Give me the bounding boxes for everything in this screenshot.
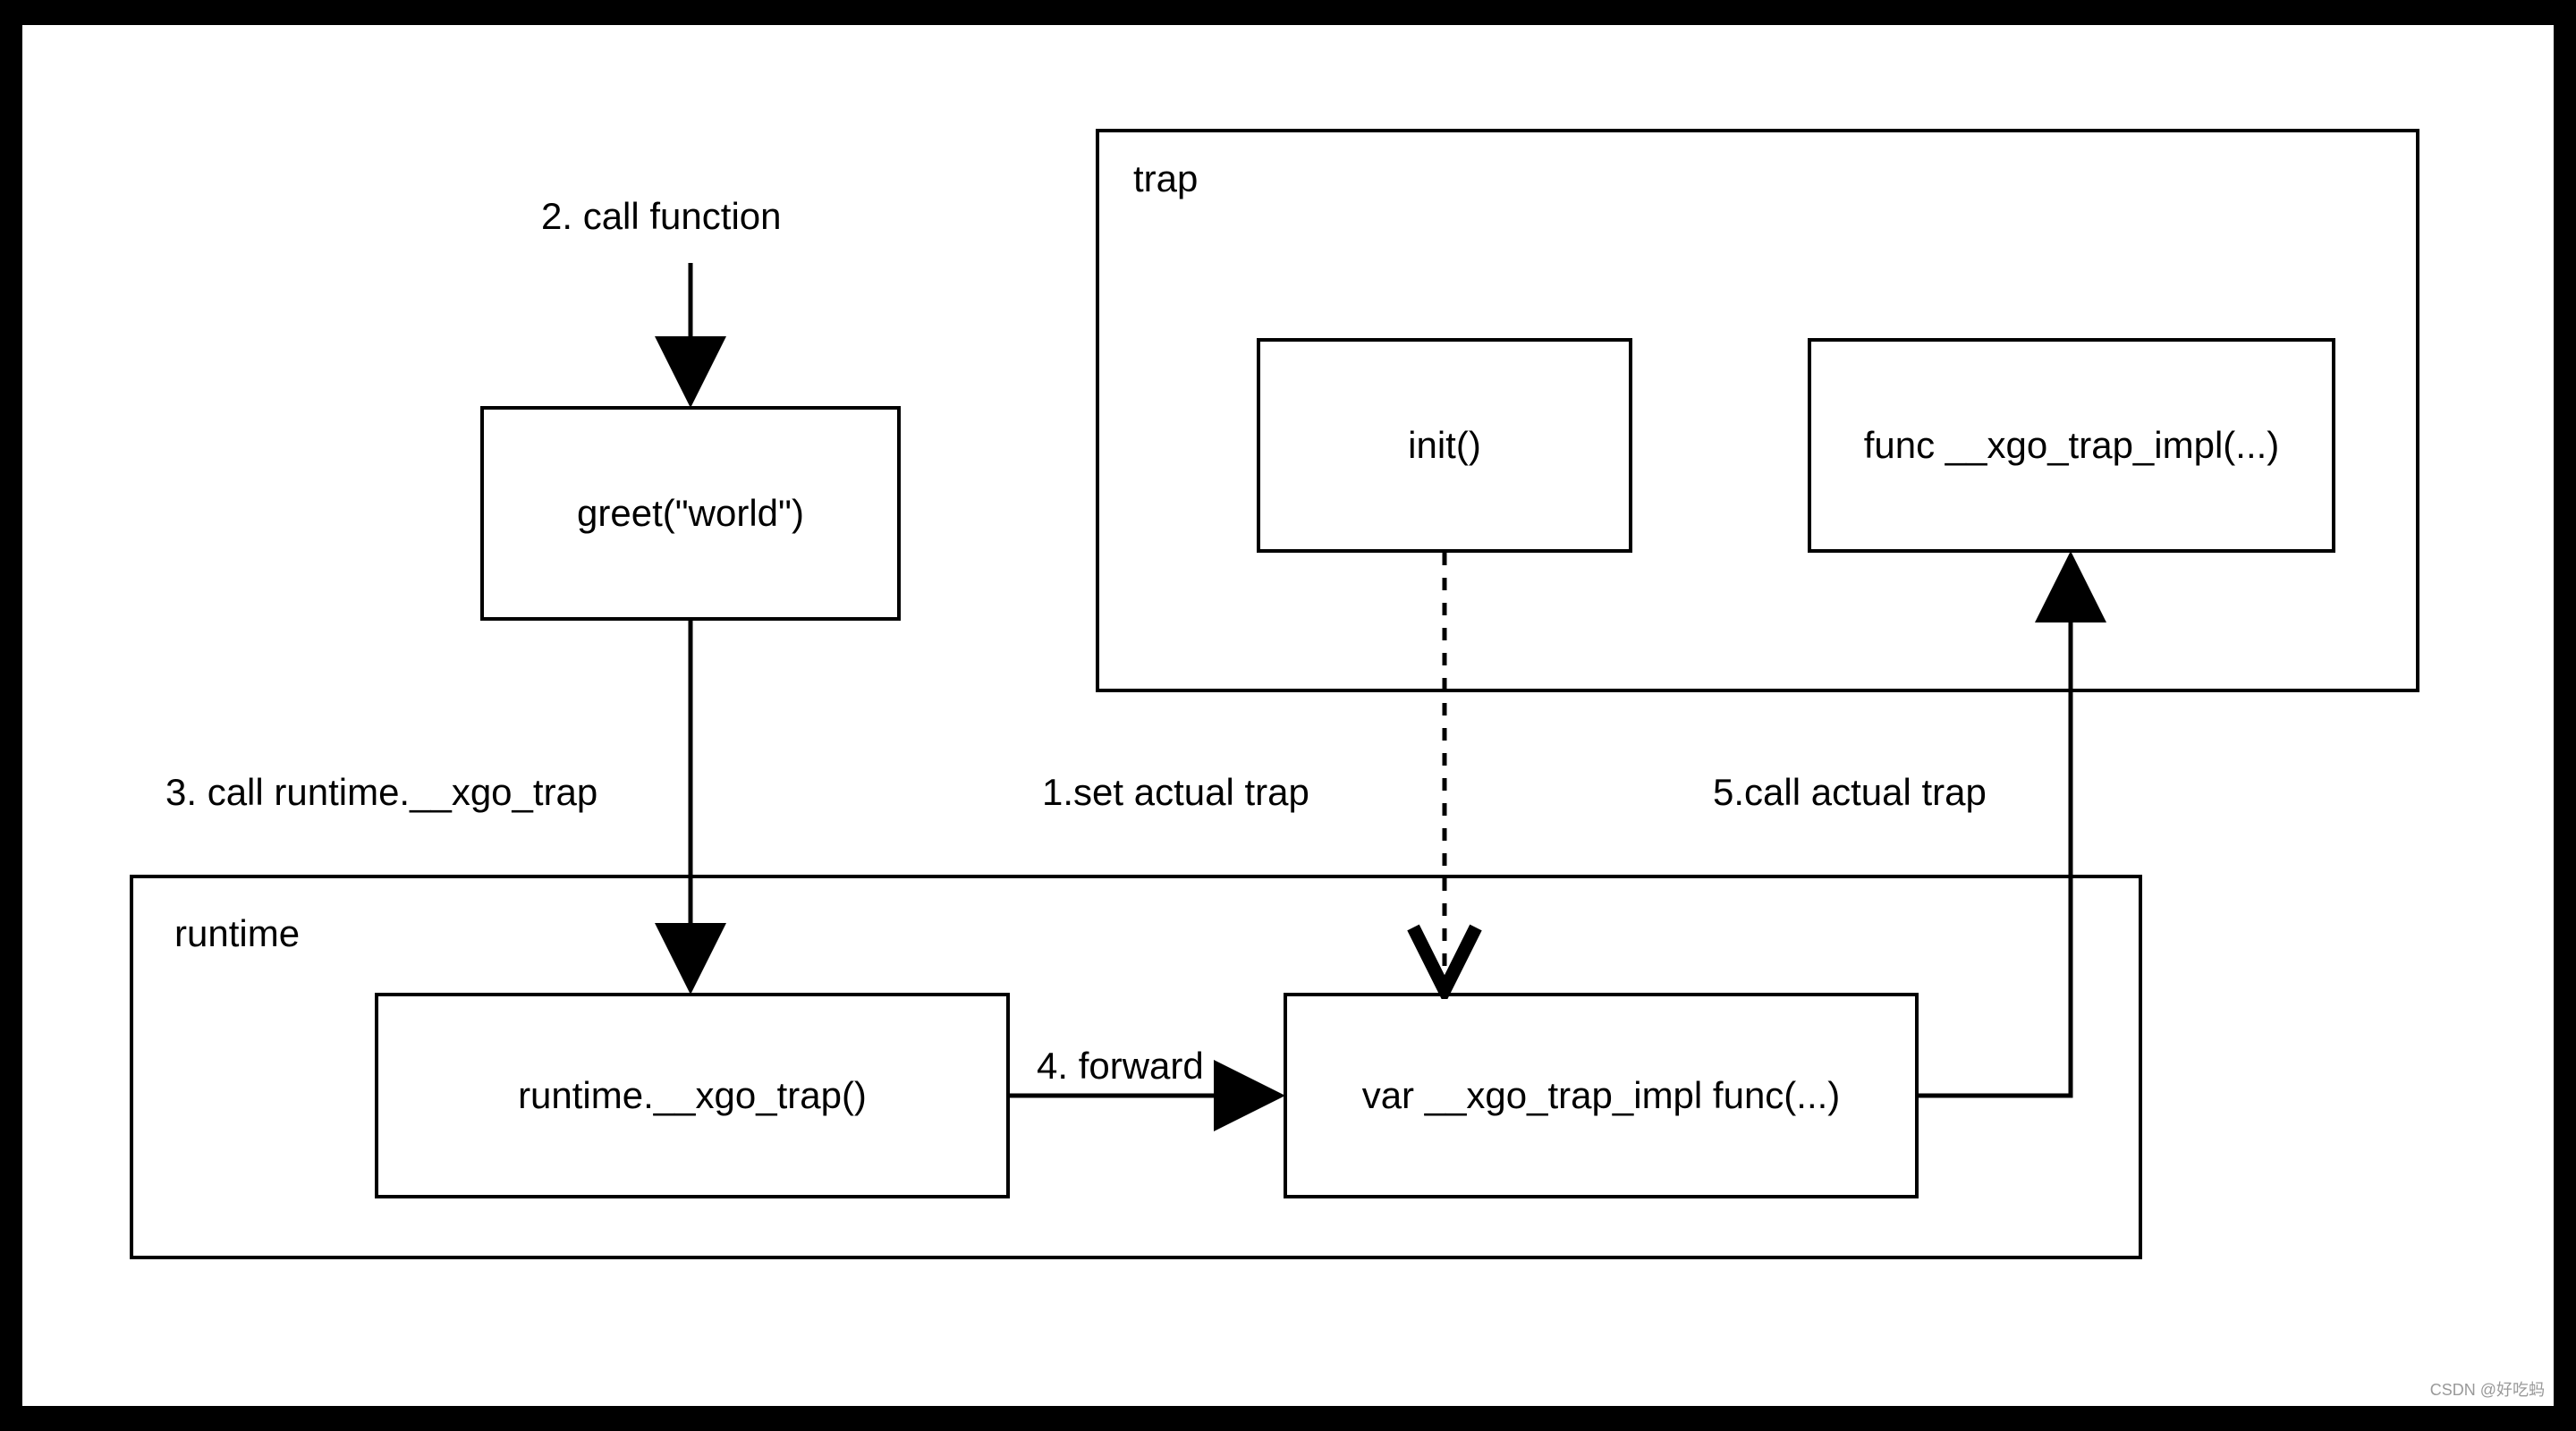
init-text: init() <box>1408 424 1481 467</box>
greet-text: greet("world") <box>577 492 804 535</box>
trap-impl-func-node: func __xgo_trap_impl(...) <box>1808 338 2335 553</box>
runtime-trap-text: runtime.__xgo_trap() <box>518 1074 867 1117</box>
init-node: init() <box>1257 338 1632 553</box>
call-runtime-trap-label: 3. call runtime.__xgo_trap <box>165 771 597 814</box>
call-function-label: 2. call function <box>541 195 782 238</box>
trap-label: trap <box>1133 157 1198 200</box>
trap-impl-var-node: var __xgo_trap_impl func(...) <box>1284 993 1919 1198</box>
diagram-canvas: trap runtime greet("world") init() func … <box>22 25 2554 1406</box>
forward-label: 4. forward <box>1037 1045 1204 1088</box>
set-actual-trap-label: 1.set actual trap <box>1042 771 1309 814</box>
runtime-trap-node: runtime.__xgo_trap() <box>375 993 1010 1198</box>
greet-node: greet("world") <box>480 406 901 621</box>
trap-impl-var-text: var __xgo_trap_impl func(...) <box>1362 1074 1841 1117</box>
trap-impl-func-text: func __xgo_trap_impl(...) <box>1864 424 2280 467</box>
watermark: CSDN @好吃蚂 <box>2430 1377 2545 1401</box>
call-actual-trap-label: 5.call actual trap <box>1713 771 1987 814</box>
runtime-label: runtime <box>174 912 300 955</box>
